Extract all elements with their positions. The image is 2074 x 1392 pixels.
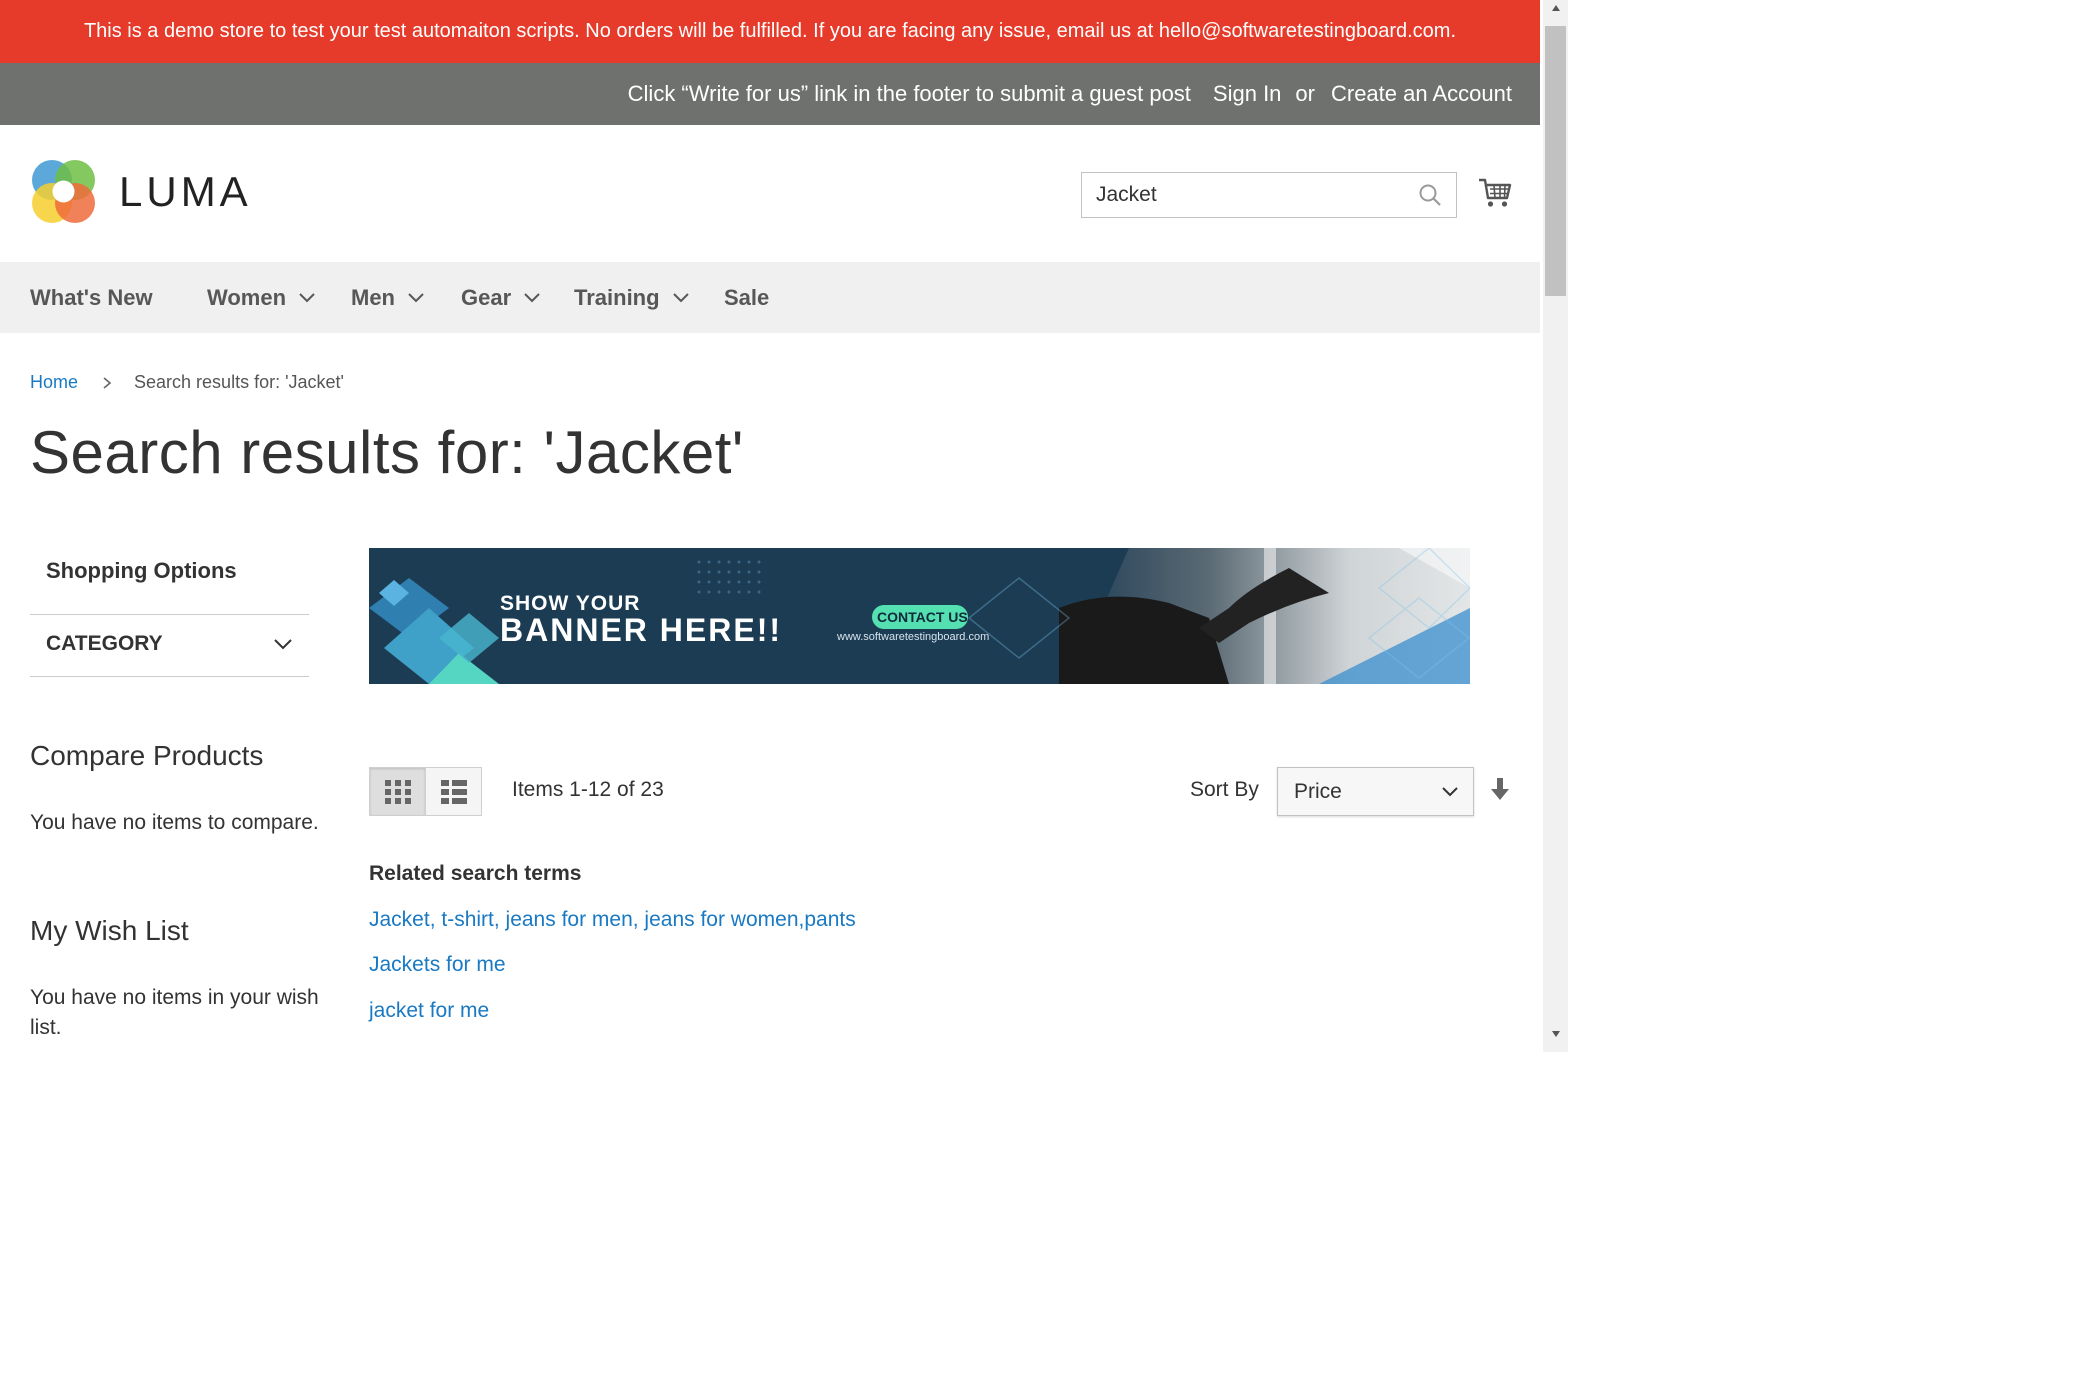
scroll-up-arrow-icon[interactable]: [1543, 4, 1568, 22]
nav-item-training[interactable]: Training: [574, 262, 690, 333]
sign-in-link[interactable]: Sign In: [1213, 81, 1282, 107]
wishlist-title: My Wish List: [30, 915, 189, 946]
banner-contact-button[interactable]: CONTACT US: [877, 609, 968, 625]
nav-item-whats-new[interactable]: What's New: [30, 262, 153, 333]
nav-item-men[interactable]: Men: [351, 262, 425, 333]
nav-item-label: Sale: [724, 284, 770, 310]
promo-banner[interactable]: SHOW YOUR BANNER HERE!! CONTACT US www.s…: [369, 548, 1470, 684]
chevron-right-icon: [102, 376, 112, 390]
nav-item-label: Gear: [461, 284, 512, 310]
category-filter[interactable]: CATEGORY: [30, 614, 309, 677]
logo[interactable]: LUMA: [30, 158, 252, 225]
category-filter-label: CATEGORY: [46, 632, 163, 655]
nav-item-women[interactable]: Women: [207, 262, 316, 333]
vertical-scrollbar[interactable]: [1543, 0, 1568, 1052]
search-box: [1081, 172, 1457, 218]
wishlist-text: You have no items in your wish list.: [30, 986, 319, 1039]
banner-line2: BANNER HERE!!: [500, 612, 782, 648]
sort-by-label: Sort By: [1190, 778, 1259, 801]
scrollbar-thumb[interactable]: [1545, 26, 1566, 296]
chevron-down-icon: [524, 292, 540, 302]
scroll-down-arrow-icon[interactable]: [1543, 1030, 1568, 1048]
search-icon[interactable]: [1418, 183, 1442, 212]
nav-item-label: Training: [574, 284, 660, 310]
grid-icon: [384, 779, 411, 804]
list-view-button[interactable]: [425, 768, 481, 815]
logo-text: LUMA: [119, 167, 252, 215]
toolbar-amount: Items 1-12 of 23: [512, 778, 664, 801]
chevron-down-icon: [274, 639, 292, 650]
chevron-down-icon: [408, 292, 424, 302]
related-term-link[interactable]: jacket for me: [369, 999, 489, 1023]
guest-post-text: Click “Write for us” link in the footer …: [627, 81, 1191, 106]
compare-products-text: You have no items to compare.: [30, 811, 319, 834]
luma-logo-icon: [32, 160, 95, 223]
nav-item-label: What's New: [30, 284, 153, 310]
nav-item-gear[interactable]: Gear: [461, 262, 541, 333]
or-text: or: [1295, 81, 1315, 106]
demo-notice-text: This is a demo store to test your test a…: [83, 20, 1457, 42]
sort-direction-arrow-icon[interactable]: [1490, 778, 1510, 807]
header-panel: Click “Write for us” link in the footer …: [0, 63, 1540, 125]
banner-url: www.softwaretestingboard.com: [837, 631, 990, 643]
breadcrumb: Home Search results for: 'Jacket': [30, 372, 344, 393]
related-search-terms-title: Related search terms: [369, 862, 582, 885]
list-icon: [440, 779, 467, 804]
related-term-link[interactable]: Jackets for me: [369, 953, 506, 977]
cart-icon[interactable]: [1478, 176, 1512, 215]
compare-products-title: Compare Products: [30, 740, 264, 771]
sort-by-value: Price: [1294, 780, 1342, 803]
nav-item-label: Men: [351, 284, 395, 310]
grid-view-button[interactable]: [370, 768, 425, 815]
sort-by-select[interactable]: Price: [1277, 767, 1474, 816]
breadcrumb-current: Search results for: 'Jacket': [134, 372, 344, 392]
related-term-link[interactable]: Jacket, t-shirt, jeans for men, jeans fo…: [369, 908, 856, 932]
create-account-link[interactable]: Create an Account: [1331, 81, 1512, 107]
nav-item-sale[interactable]: Sale: [724, 262, 769, 333]
chevron-down-icon: [672, 292, 689, 302]
search-input[interactable]: [1082, 173, 1396, 217]
demo-notice: This is a demo store to test your test a…: [0, 0, 1540, 63]
chevron-down-icon: [1442, 787, 1458, 797]
page: This is a demo store to test your test a…: [0, 0, 1540, 1392]
view-mode-switcher: [369, 767, 482, 816]
page-title: Search results for: 'Jacket': [30, 419, 744, 486]
breadcrumb-home-link[interactable]: Home: [30, 372, 78, 393]
main-nav: What's New Women Men Gear Training Sale: [0, 262, 1540, 333]
nav-item-label: Women: [207, 284, 287, 310]
shopping-options-title: Shopping Options: [46, 558, 237, 583]
chevron-down-icon: [299, 292, 315, 302]
header-links: Click “Write for us” link in the footer …: [606, 63, 1512, 125]
